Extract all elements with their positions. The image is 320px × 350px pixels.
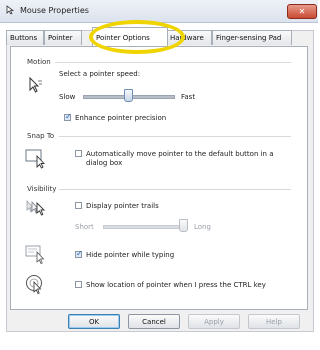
close-button[interactable]: ✕ [287,4,317,19]
snap-to-divider [59,136,291,137]
pointer-options-panel: Motion Select a pointer speed: Slow Fast… [10,46,308,310]
motion-divider [55,62,291,63]
show-location-checkbox[interactable] [75,281,82,288]
enhance-precision-checkbox[interactable] [64,112,72,121]
enhance-precision-label: Enhance pointer precision [75,114,167,122]
pointer-trails-checkbox[interactable] [75,202,82,209]
motion-group-title: Motion [27,58,51,66]
help-button[interactable]: Help [248,314,300,329]
hide-pointer-icon [25,245,45,264]
visibility-divider [59,189,291,190]
mouse-properties-window: Mouse Properties ✕ Buttons Pointer Hardw… [0,0,318,350]
pointer-speed-slider[interactable] [124,89,133,102]
pointer-trails-track [103,225,185,229]
tab-pointers[interactable]: Pointer [44,30,82,45]
window-title: Mouse Properties [20,6,89,15]
highlight-circle [89,20,185,54]
fast-label: Fast [181,93,196,101]
title-bar: Mouse Properties ✕ [0,0,318,23]
tab-finger-sensing-pad[interactable]: Finger-sensing Pad [212,30,292,45]
long-label: Long [194,223,211,231]
show-location-label: Show location of pointer when I press th… [86,281,266,289]
mouse-pointer-icon [6,5,15,15]
ok-button[interactable]: OK [68,314,120,329]
short-label: Short [75,223,94,231]
visibility-group-title: Visibility [27,185,57,193]
show-location-icon [26,275,42,295]
tab-buttons[interactable]: Buttons [6,30,44,45]
pointer-trails-icon [26,199,46,216]
pointer-speed-icon [29,77,42,93]
cancel-button[interactable]: Cancel [128,314,180,329]
apply-button[interactable]: Apply [188,314,240,329]
snap-to-default-label-line1: Automatically move pointer to the defaul… [86,150,274,158]
pointer-trails-label: Display pointer trails [86,202,159,210]
hide-while-typing-label: Hide pointer while typing [86,251,175,259]
slow-label: Slow [59,93,76,101]
hide-while-typing-checkbox[interactable] [75,249,83,258]
snap-to-group-title: Snap To [27,132,55,140]
snap-to-default-checkbox[interactable] [75,150,82,157]
snap-to-default-label-line2: dialog box [86,159,123,167]
pointer-trails-slider[interactable] [179,219,188,232]
snap-to-icon [25,149,46,169]
pointer-speed-label: Select a pointer speed: [59,70,141,78]
